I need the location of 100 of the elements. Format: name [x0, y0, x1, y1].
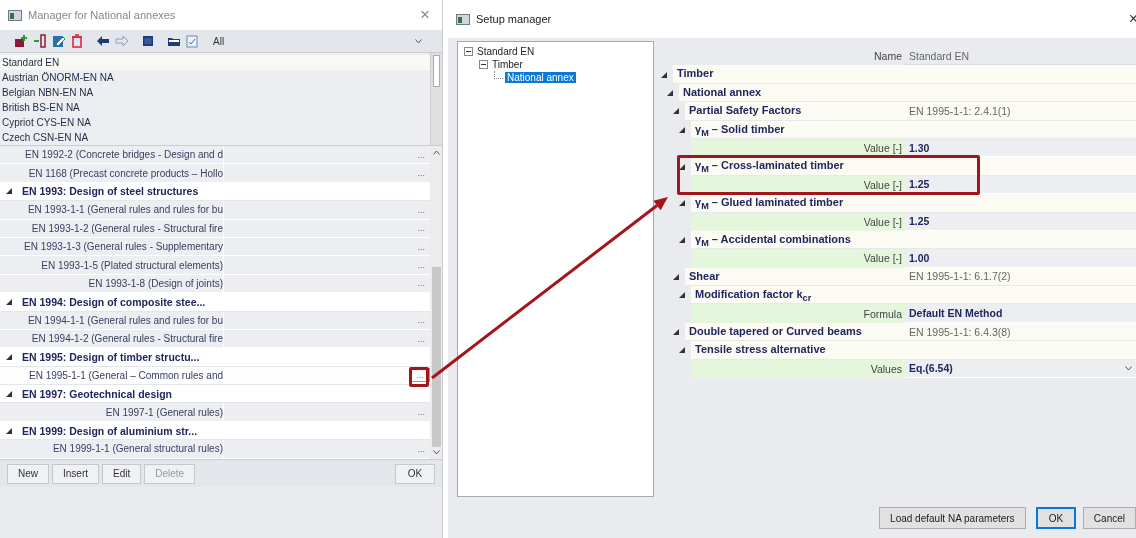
property-value[interactable]: 1.00	[909, 252, 930, 264]
window-icon	[8, 9, 22, 21]
annex-item[interactable]: Belgian NBN-EN NA	[0, 85, 430, 100]
edit-icon[interactable]	[52, 34, 66, 48]
browse-button[interactable]: ...	[412, 276, 430, 291]
value-cell: EN 1995-1-1: 2.4.1(1)	[905, 102, 1136, 121]
browse-button[interactable]: ...	[412, 221, 430, 236]
document-row[interactable]: EN 1997-1 (General rules) ...	[0, 403, 430, 422]
document-row[interactable]: EN 1999-1-1 (General structural rules) ...	[0, 440, 430, 459]
document-name: EN 1992-2 (Concrete bridges - Design and d	[24, 149, 223, 161]
expand-triangle-icon[interactable]	[6, 298, 12, 305]
tree-node[interactable]: Timber	[490, 59, 525, 70]
document-name: EN 1993-1-8 (Design of joints)	[87, 277, 223, 289]
expand-triangle-icon[interactable]	[661, 71, 667, 78]
browse-button[interactable]: ...	[412, 166, 430, 181]
dialog-button[interactable]: OK	[1035, 507, 1076, 529]
chevron-down-icon	[415, 38, 422, 44]
document-name: EN 1994-1-2 (General rules - Structural fire	[30, 333, 223, 345]
document-row[interactable]: EN 1168 (Precast concrete products – Hollo ...	[0, 164, 430, 183]
name-value[interactable]: Standard EN	[909, 49, 970, 62]
annex-item[interactable]: Standard EN	[0, 55, 430, 70]
document-name: EN 1993-1-5 (Plated structural elements)	[40, 259, 223, 271]
close-button[interactable]: ×	[416, 5, 434, 25]
property-value[interactable]: 1.25	[909, 178, 930, 191]
window-title: Manager for National annexes	[28, 9, 177, 21]
property-label: Value [-]	[691, 249, 905, 268]
property-label: Name	[873, 49, 903, 65]
expand-triangle-icon[interactable]	[6, 427, 12, 434]
property-group: Modification factor k$_{cr}$	[691, 286, 905, 305]
document-name: EN 1993-1-2 (General rules - Structural fire	[30, 222, 223, 234]
action-button[interactable]: New	[7, 463, 49, 484]
document-row[interactable]: EN 1993-1-1 (General rules and rules for bu ...	[0, 201, 430, 220]
scroll-up-icon[interactable]	[432, 150, 440, 155]
highlight-frame	[409, 367, 429, 387]
window-title: Setup manager	[476, 13, 553, 25]
browse-button[interactable]: ...	[412, 147, 430, 162]
expand-triangle-icon[interactable]	[679, 347, 685, 354]
document-name: EN 1993-1-3 (General rules - Supplementary	[23, 241, 223, 253]
document-name: EN 1997-1 (General rules)	[104, 406, 223, 418]
property-group: Timber	[673, 65, 905, 84]
expand-triangle-icon[interactable]	[6, 354, 12, 360]
tree-node[interactable]: National annex	[505, 72, 576, 83]
expand-triangle-icon[interactable]	[6, 390, 12, 397]
add-table-icon[interactable]	[14, 34, 28, 48]
document-row[interactable]: EN 1992-2 (Concrete bridges - Design and d ...	[0, 146, 430, 165]
tree-node[interactable]: Standard EN	[475, 46, 537, 57]
browse-button[interactable]: ...	[412, 258, 430, 273]
scroll-down-icon[interactable]	[432, 450, 440, 455]
expand-triangle-icon[interactable]	[679, 292, 685, 299]
browse-button[interactable]: ...	[412, 313, 430, 328]
expand-triangle-icon[interactable]	[679, 163, 685, 170]
annex-item[interactable]: Cypriot CYS-EN NA	[0, 115, 430, 130]
expand-triangle-icon[interactable]	[679, 126, 685, 133]
scrollbar[interactable]	[430, 53, 442, 145]
document-name: EN 1995-1-1 (General – Common rules and	[28, 369, 223, 381]
group-heading: EN 1995: Design of timber structu...	[22, 351, 200, 363]
collapse-icon[interactable]	[464, 47, 473, 56]
group-heading: EN 1993: Design of steel structures	[22, 185, 199, 198]
collapse-icon[interactable]	[479, 60, 488, 69]
browse-button[interactable]: ...	[412, 239, 430, 254]
property-group: Tensile stress alternative	[691, 341, 905, 360]
expand-triangle-icon[interactable]	[679, 237, 685, 244]
chevron-down-icon	[1125, 365, 1132, 371]
document-row[interactable]: EN 1993-1-5 (Plated structural elements) ...	[0, 256, 430, 275]
expand-triangle-icon[interactable]	[673, 273, 679, 280]
action-button[interactable]: Edit	[102, 463, 142, 484]
close-button[interactable]: ×	[1124, 10, 1136, 28]
expand-triangle-icon[interactable]	[673, 329, 679, 336]
expand-triangle-icon[interactable]	[667, 89, 673, 96]
property-label: Formula	[691, 304, 905, 323]
document-name: EN 1994-1-1 (General rules and rules for bu	[26, 314, 223, 326]
browse-button[interactable]: ...	[412, 441, 430, 456]
window-icon	[456, 13, 470, 25]
annex-item[interactable]: Czech CSN-EN NA	[0, 130, 430, 145]
annex-item[interactable]: British BS-EN NA	[0, 100, 430, 115]
table-icon[interactable]	[142, 35, 154, 47]
insert-row-icon[interactable]	[33, 34, 47, 48]
annex-item[interactable]: Austrian ÖNORM-EN NA	[0, 70, 430, 85]
property-value[interactable]: Default EN Method	[909, 307, 1003, 320]
undo-icon[interactable]	[96, 35, 110, 47]
document-name: EN 1168 (Precast concrete products – Hollo	[27, 167, 223, 179]
dialog-button[interactable]: Cancel	[1082, 507, 1136, 529]
ok-button[interactable]: OK	[395, 463, 435, 484]
trash-icon[interactable]	[71, 34, 83, 48]
dialog-button[interactable]: Load default NA parameters	[878, 507, 1026, 529]
browse-button[interactable]: ...	[412, 202, 430, 217]
property-value[interactable]: 1.25	[909, 215, 930, 228]
action-button[interactable]: Insert	[52, 463, 100, 484]
property-value[interactable]: 1.30	[909, 141, 930, 154]
group-heading: EN 1999: Design of aluminium str...	[22, 424, 198, 437]
browse-button[interactable]: ...	[412, 405, 430, 420]
expand-triangle-icon[interactable]	[679, 200, 685, 207]
expand-triangle-icon[interactable]	[6, 188, 12, 195]
document-name: EN 1993-1-1 (General rules and rules for bu	[26, 204, 223, 216]
property-group: Partial Safety Factors	[685, 102, 905, 121]
browse-button[interactable]: ...	[412, 331, 430, 346]
expand-triangle-icon[interactable]	[673, 108, 679, 115]
group-heading: EN 1994: Design of composite stee...	[22, 295, 206, 308]
document-name: EN 1999-1-1 (General structural rules)	[51, 443, 223, 455]
folder-icon[interactable]	[167, 35, 181, 47]
